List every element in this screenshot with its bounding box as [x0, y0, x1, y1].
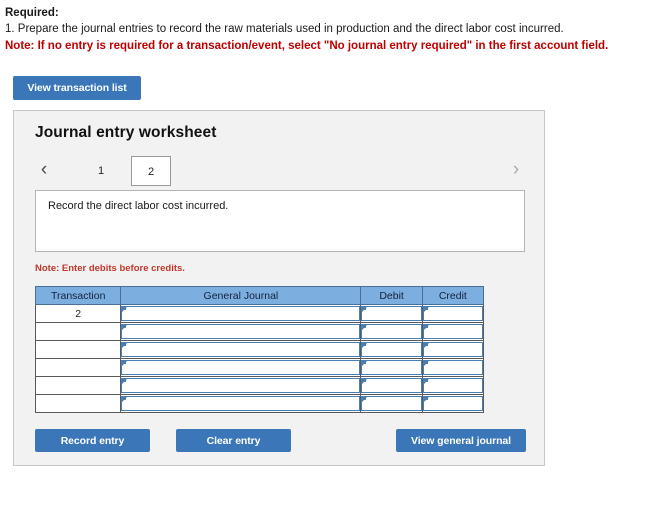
clear-entry-button[interactable]: Clear entry	[176, 429, 291, 452]
transaction-number-cell	[36, 323, 121, 341]
table-row	[36, 377, 484, 395]
record-entry-button[interactable]: Record entry	[35, 429, 150, 452]
general-journal-cell[interactable]	[121, 305, 361, 323]
credit-cell[interactable]	[422, 359, 483, 377]
view-transaction-list-button[interactable]: View transaction list	[13, 76, 141, 100]
general-journal-cell[interactable]	[121, 359, 361, 377]
worksheet-tab-1[interactable]: 1	[87, 156, 115, 186]
transaction-number-cell	[36, 359, 121, 377]
journal-entry-worksheet-panel: Journal entry worksheet ‹ 1 2 › Record t…	[13, 110, 545, 466]
credit-cell[interactable]	[422, 341, 483, 359]
general-journal-cell[interactable]	[121, 395, 361, 413]
previous-entry-icon[interactable]: ‹	[35, 158, 53, 182]
view-general-journal-button[interactable]: View general journal	[396, 429, 526, 452]
debit-cell[interactable]	[361, 395, 422, 413]
transaction-number-cell	[36, 377, 121, 395]
debits-before-credits-note: Note: Enter debits before credits.	[35, 263, 185, 274]
required-heading: Required:	[5, 6, 669, 21]
credit-input[interactable]	[423, 306, 483, 321]
column-header-credit: Credit	[422, 287, 483, 305]
general-journal-input[interactable]	[121, 306, 360, 321]
debit-cell[interactable]	[361, 359, 422, 377]
credit-cell[interactable]	[422, 305, 483, 323]
required-instruction: 1. Prepare the journal entries to record…	[5, 22, 669, 37]
next-entry-icon[interactable]: ›	[507, 158, 525, 182]
credit-input[interactable]	[423, 342, 483, 357]
worksheet-tab-2[interactable]: 2	[131, 156, 171, 186]
transaction-number-cell: 2	[36, 305, 121, 323]
table-header-row: Transaction General Journal Debit Credit	[36, 287, 484, 305]
debit-input[interactable]	[361, 306, 421, 321]
table-row	[36, 359, 484, 377]
debit-cell[interactable]	[361, 377, 422, 395]
credit-input[interactable]	[423, 360, 483, 375]
debit-input[interactable]	[361, 378, 421, 393]
column-header-debit: Debit	[361, 287, 422, 305]
worksheet-instruction-text: Record the direct labor cost incurred.	[48, 200, 228, 212]
required-note: Note: If no entry is required for a tran…	[5, 39, 669, 54]
credit-input[interactable]	[423, 378, 483, 393]
credit-cell[interactable]	[422, 323, 483, 341]
column-header-transaction: Transaction	[36, 287, 121, 305]
credit-input[interactable]	[423, 396, 483, 411]
debit-cell[interactable]	[361, 341, 422, 359]
debit-input[interactable]	[361, 324, 421, 339]
general-journal-cell[interactable]	[121, 323, 361, 341]
debit-input[interactable]	[361, 360, 421, 375]
transaction-number-cell	[36, 341, 121, 359]
debit-cell[interactable]	[361, 323, 422, 341]
credit-input[interactable]	[423, 324, 483, 339]
general-journal-cell[interactable]	[121, 377, 361, 395]
general-journal-input[interactable]	[121, 324, 360, 339]
table-row: 2	[36, 305, 484, 323]
worksheet-tab-bar: ‹ 1 2 ›	[35, 156, 525, 188]
credit-cell[interactable]	[422, 395, 483, 413]
debit-input[interactable]	[361, 396, 421, 411]
debit-cell[interactable]	[361, 305, 422, 323]
table-row	[36, 323, 484, 341]
journal-entry-table: Transaction General Journal Debit Credit…	[35, 286, 484, 413]
table-row	[36, 341, 484, 359]
general-journal-cell[interactable]	[121, 341, 361, 359]
credit-cell[interactable]	[422, 377, 483, 395]
column-header-general-journal: General Journal	[121, 287, 361, 305]
worksheet-instruction-box: Record the direct labor cost incurred.	[35, 190, 525, 252]
general-journal-input[interactable]	[121, 396, 360, 411]
general-journal-input[interactable]	[121, 342, 360, 357]
required-section: Required: 1. Prepare the journal entries…	[0, 0, 669, 54]
general-journal-input[interactable]	[121, 360, 360, 375]
general-journal-input[interactable]	[121, 378, 360, 393]
page-title: Journal entry worksheet	[35, 124, 216, 142]
transaction-number-cell	[36, 395, 121, 413]
debit-input[interactable]	[361, 342, 421, 357]
table-row	[36, 395, 484, 413]
